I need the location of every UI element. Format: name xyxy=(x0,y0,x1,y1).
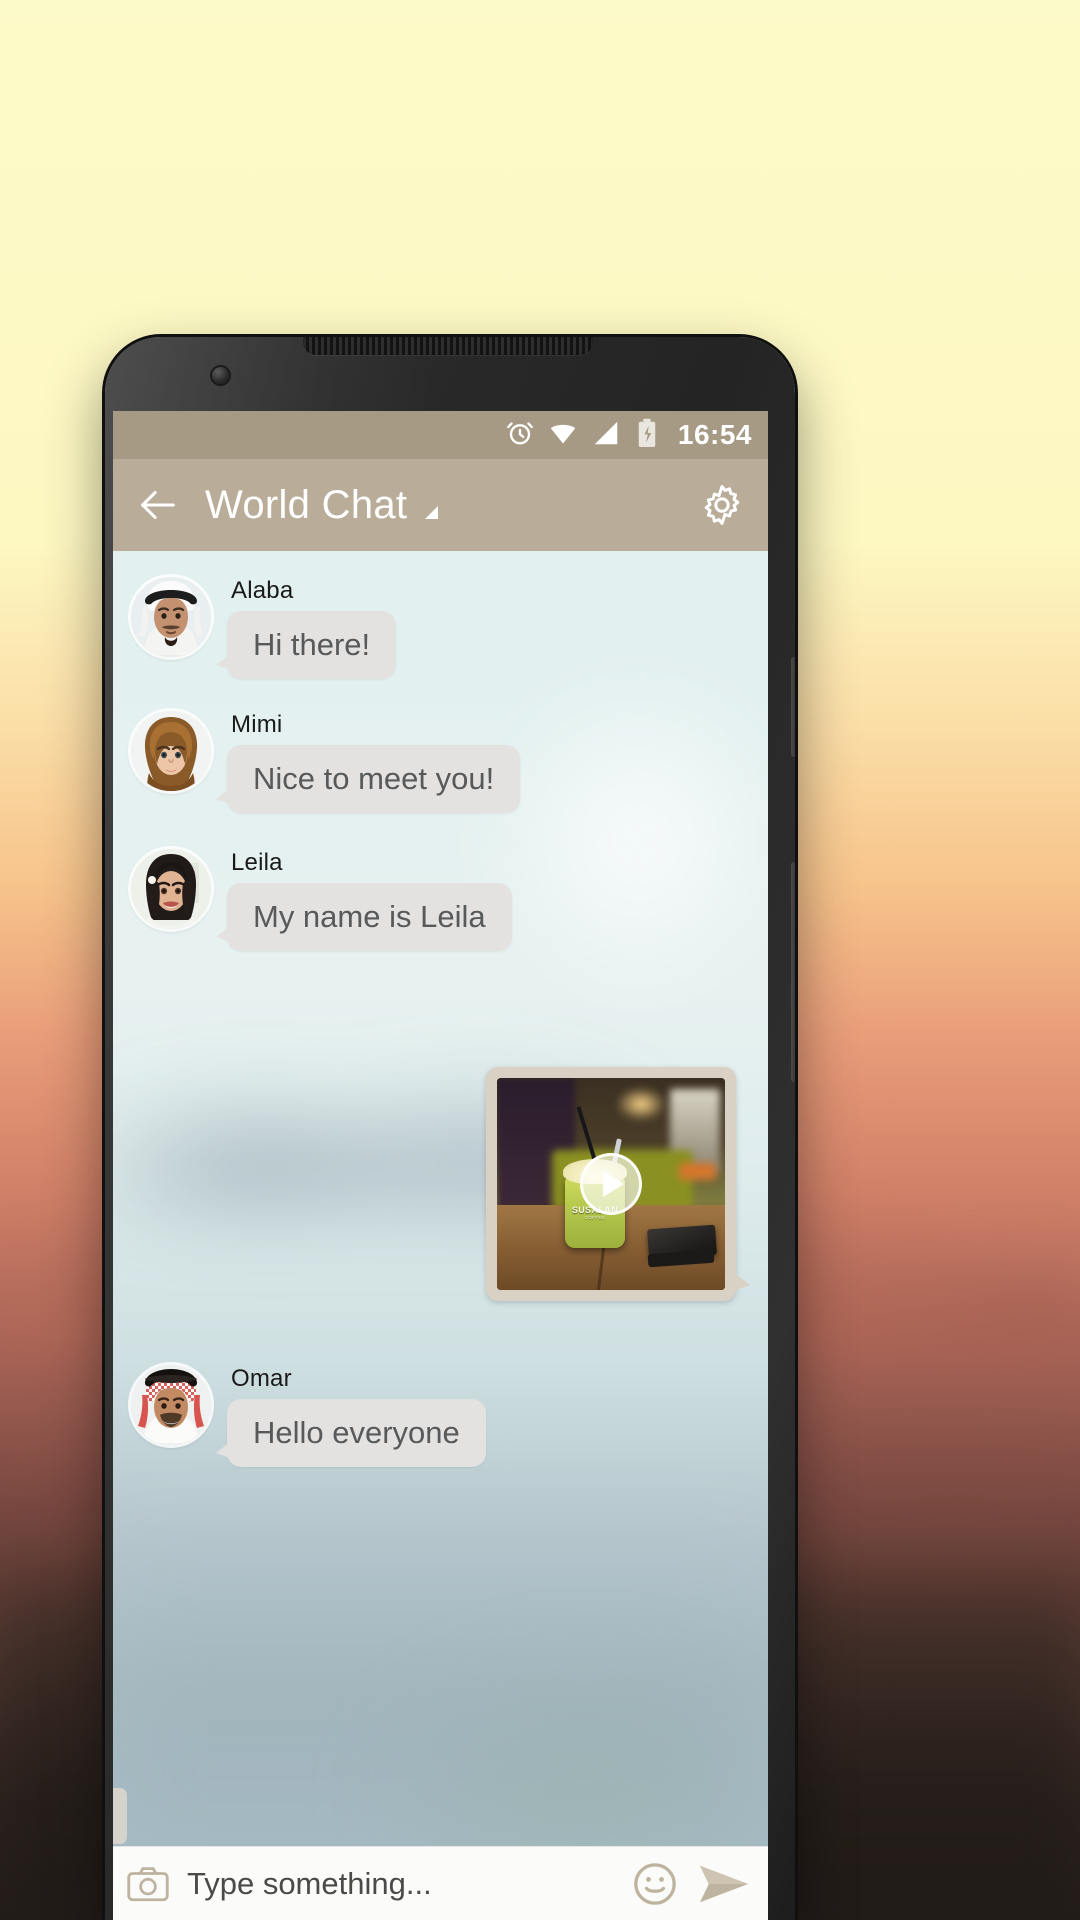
status-clock: 16:54 xyxy=(677,419,752,450)
app-bar: World Chat xyxy=(113,459,768,551)
video-cup-label-sub: COFFEE xyxy=(584,1214,606,1220)
message-input-bar xyxy=(113,1846,768,1920)
message-bubble[interactable]: My name is Leila xyxy=(216,883,512,952)
video-bg-orange-accent xyxy=(679,1163,716,1181)
earpiece-speaker xyxy=(303,337,593,355)
page-title: World Chat xyxy=(205,482,408,527)
phone-device-frame: 16:54 World Chat Alaba Hi there! Mimi Ni… xyxy=(105,337,795,1920)
video-message-bubble[interactable]: SUSALAN COFFEE xyxy=(486,1067,750,1302)
send-icon[interactable] xyxy=(698,1863,750,1905)
play-button-icon[interactable] xyxy=(580,1153,642,1216)
video-thumbnail[interactable]: SUSALAN COFFEE xyxy=(497,1078,725,1291)
gear-icon[interactable] xyxy=(698,481,746,529)
chat-message-list[interactable]: Alaba Hi there! Mimi Nice to meet you! L… xyxy=(113,551,768,1846)
back-arrow-icon[interactable] xyxy=(135,482,181,528)
video-bg-lamp xyxy=(615,1086,666,1121)
message-row[interactable]: Alaba Hi there! xyxy=(113,567,768,689)
message-bubble[interactable]: Nice to meet you! xyxy=(215,745,521,814)
dropdown-caret-icon[interactable] xyxy=(425,505,439,519)
message-content: Omar Hello everyone xyxy=(216,1365,486,1468)
front-camera-icon xyxy=(212,367,229,384)
phone-screen: 16:54 World Chat Alaba Hi there! Mimi Ni… xyxy=(113,411,768,1920)
wifi-icon xyxy=(548,418,578,453)
avatar[interactable] xyxy=(131,711,211,792)
message-row[interactable]: Leila My name is Leila xyxy=(113,823,768,961)
message-row[interactable]: Omar Hello everyone xyxy=(113,1311,768,1477)
alarm-icon xyxy=(505,418,535,453)
message-row[interactable]: SUSALAN COFFEE xyxy=(113,961,768,1311)
message-content: Mimi Nice to meet you! xyxy=(215,711,521,814)
search-input[interactable] xyxy=(187,1865,632,1902)
message-row[interactable]: Mimi Nice to meet you! xyxy=(113,689,768,823)
scroll-edge-handle[interactable] xyxy=(113,1788,127,1844)
avatar[interactable] xyxy=(131,1365,211,1446)
battery-charging-icon xyxy=(634,418,660,453)
volume-button[interactable] xyxy=(791,862,795,1082)
camera-icon[interactable] xyxy=(127,1866,169,1902)
message-bubble[interactable]: Hello everyone xyxy=(216,1399,486,1468)
play-triangle xyxy=(603,1171,624,1198)
smiley-icon[interactable] xyxy=(632,1861,678,1907)
signal-icon xyxy=(591,418,621,453)
message-content: Leila My name is Leila xyxy=(216,849,512,952)
message-bubble[interactable]: Hi there! xyxy=(215,611,397,680)
power-button[interactable] xyxy=(791,657,795,757)
sender-name: Mimi xyxy=(231,711,283,739)
avatar[interactable] xyxy=(131,577,211,657)
message-content: Alaba Hi there! xyxy=(215,577,397,680)
sender-name: Alaba xyxy=(231,577,294,604)
status-bar: 16:54 xyxy=(113,411,768,459)
sender-name: Leila xyxy=(231,849,283,877)
avatar[interactable] xyxy=(131,849,211,930)
chat-bg-shade xyxy=(113,1526,768,1846)
sender-name: Omar xyxy=(231,1365,292,1393)
